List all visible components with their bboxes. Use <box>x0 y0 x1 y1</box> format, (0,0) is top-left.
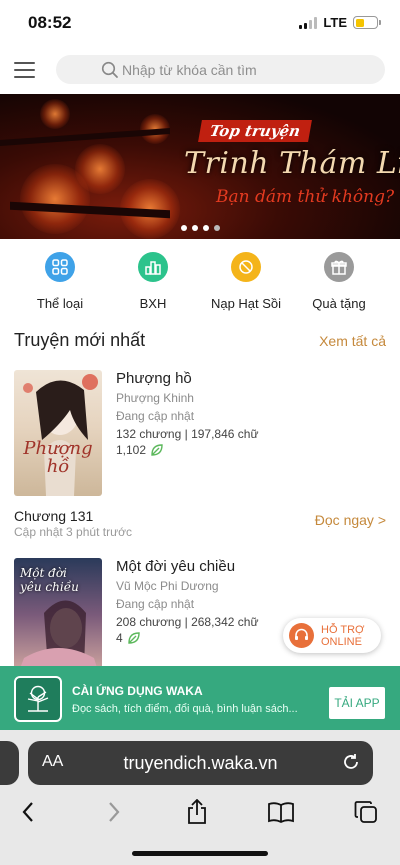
ranking-icon <box>138 252 168 282</box>
home-indicator[interactable] <box>132 851 268 856</box>
category-label: BXH <box>139 296 167 311</box>
book-likes: 1,102 <box>116 443 164 457</box>
book-author[interactable]: Phượng Khinh <box>116 391 194 405</box>
book-title[interactable]: Phượng hồ <box>116 370 192 387</box>
reload-icon[interactable] <box>341 752 361 772</box>
latest-section-header: Truyện mới nhất Xem tất cả <box>14 330 386 356</box>
section-title: Truyện mới nhất <box>14 330 146 350</box>
install-app-banner[interactable]: CÀI ỨNG DỤNG WAKA Đọc sách, tích điểm, đ… <box>0 666 400 730</box>
search-icon <box>101 61 118 78</box>
banner-title: Trinh Thám Linh Dị <box>184 146 400 181</box>
back-icon[interactable] <box>12 796 44 828</box>
search-placeholder: Nhập từ khóa cần tìm <box>122 61 257 78</box>
support-line1: HỖ TRỢ <box>321 624 365 636</box>
category-shortcuts: Thể loại BXH Nạp Hạt Sồi Quà tặng <box>0 252 400 314</box>
chapter-label: Chương 131 <box>14 508 94 524</box>
likes-count: 4 <box>116 631 123 645</box>
forward-icon[interactable] <box>98 796 130 828</box>
book-stats: 132 chương | 197,846 chữ <box>116 427 259 441</box>
promo-carousel[interactable]: Top truyện Trinh Thám Linh Dị Bạn dám th… <box>0 94 400 239</box>
category-label: Thể loại <box>36 296 84 311</box>
battery-icon <box>353 16 381 29</box>
book-cover[interactable]: Phượng hồ <box>14 370 102 496</box>
banner-subtitle: Bạn dám thử không? <box>216 187 395 207</box>
previous-tab-edge[interactable] <box>0 741 19 785</box>
browser-chrome: AA truyendich.waka.vn <box>0 730 400 865</box>
carousel-dot[interactable] <box>203 225 209 231</box>
share-icon[interactable] <box>181 796 213 828</box>
category-genre[interactable]: Thể loại <box>15 252 105 311</box>
category-label: Quà tặng <box>312 296 366 311</box>
carousel-dots <box>181 225 220 231</box>
category-ranking[interactable]: BXH <box>108 252 198 311</box>
menu-icon[interactable] <box>14 62 35 78</box>
status-indicators: LTE <box>299 15 381 30</box>
online-support-button[interactable]: HỖ TRỢ ONLINE <box>283 618 381 653</box>
tabs-icon[interactable] <box>350 796 382 828</box>
read-now-link[interactable]: Đọc ngay > <box>315 512 386 528</box>
book-status: Đang cập nhật <box>116 409 195 423</box>
carousel-dot[interactable] <box>181 225 187 231</box>
address-bar[interactable]: AA truyendich.waka.vn <box>28 741 373 785</box>
book-stats: 208 chương | 268,342 chữ <box>116 615 259 629</box>
search-input[interactable]: Nhập từ khóa cần tìm <box>56 55 385 84</box>
support-line2: ONLINE <box>321 636 362 648</box>
likes-count: 1,102 <box>116 443 147 457</box>
book-likes: 4 <box>116 631 141 645</box>
see-all-link[interactable]: Xem tất cả <box>319 333 386 349</box>
cover-title: Phượng hồ <box>23 438 93 477</box>
browser-toolbar <box>0 792 400 832</box>
grid-icon <box>45 252 75 282</box>
leaf-icon <box>151 444 163 456</box>
promo-title: CÀI ỨNG DỤNG WAKA <box>72 684 203 698</box>
acorn-icon <box>231 252 261 282</box>
leaf-icon <box>127 632 140 644</box>
carousel-dot[interactable] <box>214 225 220 231</box>
headset-icon <box>289 623 314 648</box>
latest-chapter-row[interactable]: Chương 131 Cập nhật 3 phút trước Đọc nga… <box>14 508 386 540</box>
cover-title: Một đời yêu chiều <box>20 566 79 594</box>
book-author[interactable]: Vũ Mộc Phi Dương <box>116 579 219 593</box>
carousel-dot[interactable] <box>192 225 198 231</box>
category-label: Nạp Hạt Sồi <box>210 296 282 311</box>
book-title[interactable]: Một đời yêu chiều <box>116 558 235 575</box>
bookmarks-icon[interactable] <box>265 796 297 828</box>
url-text: truyendich.waka.vn <box>123 753 278 773</box>
book-status: Đang cập nhật <box>116 597 195 611</box>
gift-icon <box>324 252 354 282</box>
category-gifts[interactable]: Quà tặng <box>294 252 384 311</box>
banner-kicker: Top truyện <box>198 120 313 142</box>
updated-time: Cập nhật 3 phút trước <box>14 525 132 539</box>
waka-logo-icon <box>14 676 62 722</box>
support-label: HỖ TRỢ ONLINE <box>321 624 364 648</box>
category-topup[interactable]: Nạp Hạt Sồi <box>201 252 291 311</box>
download-app-button[interactable]: TẢI APP <box>329 687 385 719</box>
signal-icon <box>299 16 318 29</box>
promo-subtitle: Đọc sách, tích điểm, đổi quà, bình luận … <box>72 703 298 715</box>
network-type: LTE <box>323 15 347 30</box>
status-time: 08:52 <box>28 13 72 32</box>
site-header: Nhập từ khóa cần tìm <box>0 46 400 94</box>
status-bar: 08:52 LTE <box>0 0 400 46</box>
